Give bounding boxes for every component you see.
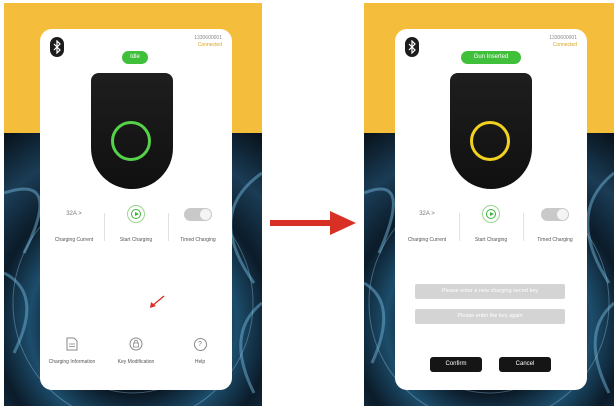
play-icon: [482, 205, 500, 223]
tutorial-stage: 1330600001 Connected Idle 32A > Charging…: [0, 0, 614, 409]
play-icon: [127, 205, 145, 223]
divider: [104, 213, 105, 241]
new-key-input[interactable]: Please enter a new charging secret key: [415, 284, 565, 299]
device-id: 1330600001: [194, 35, 222, 41]
start-charging-button[interactable]: Start Charging: [108, 203, 164, 243]
charging-current-value: 32A >: [66, 211, 82, 217]
timed-charging-label: Timed Charging: [180, 237, 216, 243]
charging-current-control[interactable]: 32A > Charging Current: [46, 203, 102, 243]
device-state: Connected: [197, 42, 222, 48]
charging-information-label: Charging Information: [48, 359, 96, 365]
lock-icon: [129, 337, 143, 351]
arrow-right-icon: [270, 211, 356, 235]
divider: [168, 213, 169, 241]
key-modification-button[interactable]: Key Modification: [104, 335, 168, 365]
left-phone-screen: 1330600001 Connected Idle 32A > Charging…: [4, 3, 262, 406]
right-phone-screen: 1330600001 Connected Gun Inserted 32A > …: [364, 3, 614, 406]
charging-information-button[interactable]: Charging Information: [40, 335, 104, 365]
toggle-switch[interactable]: [184, 207, 212, 221]
divider: [459, 213, 460, 241]
device-id: 1330600001: [549, 35, 577, 41]
confirm-key-input[interactable]: Please enter the key again: [415, 309, 565, 324]
help-label: Help: [194, 359, 206, 365]
device-state: Connected: [552, 42, 577, 48]
charger-illustration: [450, 73, 532, 189]
charging-current-label: Charging Current: [407, 237, 447, 243]
confirm-button[interactable]: Confirm: [430, 357, 482, 372]
app-card: 1330600001 Connected Gun Inserted 32A > …: [395, 29, 587, 390]
question-icon: ?: [193, 337, 207, 351]
divider: [523, 213, 524, 241]
status-badge: Idle: [122, 51, 148, 64]
help-button[interactable]: ? Help: [168, 335, 232, 365]
control-row: 32A > Charging Current Start Charging Ti…: [40, 203, 232, 253]
status-ring: [470, 121, 510, 161]
control-row: 32A > Charging Current Start Charging Ti…: [395, 203, 587, 253]
timed-charging-toggle[interactable]: Timed Charging: [527, 203, 583, 243]
charger-illustration: [91, 73, 173, 189]
toggle-switch[interactable]: [541, 207, 569, 221]
arrow-hint-icon: [150, 295, 165, 308]
status-ring: [111, 121, 151, 161]
start-charging-label: Start Charging: [474, 237, 508, 243]
start-charging-button[interactable]: Start Charging: [463, 203, 519, 243]
key-modification-label: Key Modification: [117, 359, 155, 365]
charging-current-control[interactable]: 32A > Charging Current: [399, 203, 455, 243]
app-card: 1330600001 Connected Idle 32A > Charging…: [40, 29, 232, 390]
charging-current-label: Charging Current: [54, 237, 94, 243]
bluetooth-icon[interactable]: [405, 37, 419, 57]
start-charging-label: Start Charging: [119, 237, 153, 243]
status-badge: Gun Inserted: [461, 51, 521, 64]
bottom-menu: Charging Information Key Modification ? …: [40, 335, 232, 375]
timed-charging-toggle[interactable]: Timed Charging: [170, 203, 226, 243]
timed-charging-label: Timed Charging: [537, 237, 573, 243]
document-icon: [66, 337, 78, 351]
bluetooth-icon[interactable]: [50, 37, 64, 57]
cancel-button[interactable]: Cancel: [499, 357, 551, 372]
charging-current-value: 32A >: [419, 211, 435, 217]
